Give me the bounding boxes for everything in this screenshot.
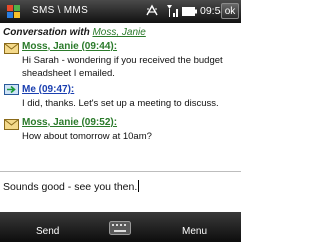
- keyboard-icon[interactable]: [109, 221, 131, 238]
- message-text: I did, thanks. Let's set up a meeting to…: [22, 98, 219, 109]
- status-bar: SMS \ MMS 09:54 ok: [0, 0, 241, 23]
- envelope-icon: [4, 117, 19, 135]
- contact-link[interactable]: Moss, Janie: [92, 27, 145, 38]
- signal-icon[interactable]: [166, 4, 180, 21]
- send-button[interactable]: Send: [36, 226, 59, 237]
- message-sender[interactable]: Moss, Janie (09:44):: [22, 41, 117, 52]
- start-flag-icon[interactable]: [6, 4, 22, 22]
- app-title: SMS \ MMS: [32, 5, 89, 16]
- reply-input[interactable]: Sounds good - see you then.: [3, 180, 140, 193]
- compose-divider: [0, 171, 241, 172]
- reply-text: Sounds good - see you then.: [3, 181, 138, 193]
- connectivity-icon[interactable]: [144, 3, 160, 22]
- message-text: Hi Sarah - wondering if you received the…: [22, 55, 223, 79]
- conversation-header-label: Conversation with: [3, 27, 93, 38]
- message-sender[interactable]: Moss, Janie (09:52):: [22, 117, 117, 128]
- text-cursor: [138, 180, 140, 192]
- conversation-header: Conversation with Moss, Janie: [3, 27, 146, 38]
- sent-message-icon: [4, 84, 19, 102]
- ok-button[interactable]: ok: [221, 3, 239, 19]
- battery-icon[interactable]: [182, 7, 197, 19]
- message-text: How about tomorrow at 10am?: [22, 131, 152, 142]
- softkey-bar: Send Menu: [0, 212, 241, 242]
- message-sender[interactable]: Me (09:47):: [22, 84, 74, 95]
- envelope-icon: [4, 41, 19, 59]
- menu-button[interactable]: Menu: [182, 226, 207, 237]
